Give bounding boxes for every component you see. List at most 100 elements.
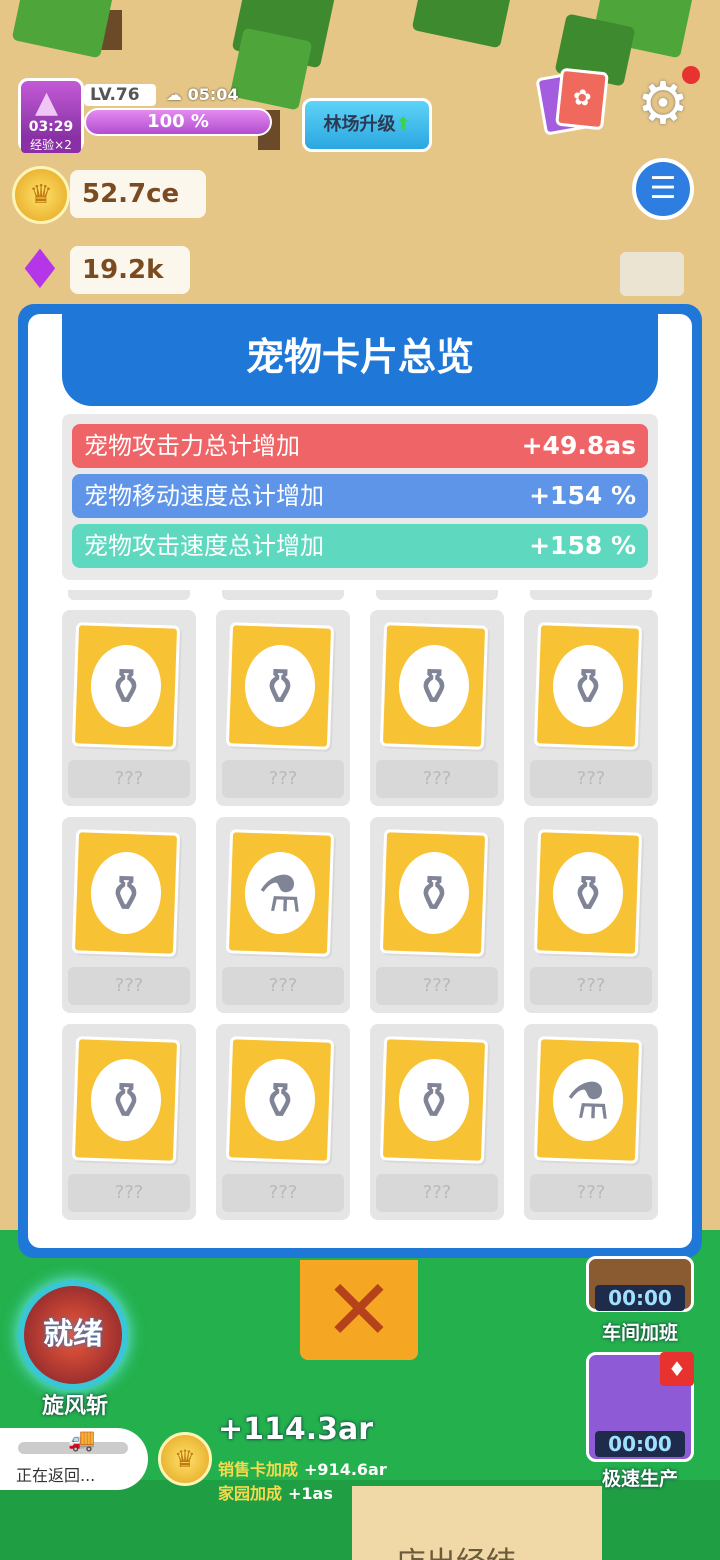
coin-counter: 52.7ce [70, 170, 206, 218]
shop-sign-text: 店出经结 [396, 1538, 516, 1560]
skill-status: 就绪 [43, 1317, 103, 1352]
pet-card[interactable]: ⚱??? [370, 1024, 504, 1220]
crown-coin-icon: ♛ [12, 166, 70, 224]
crown-coin-icon: ♛ [158, 1432, 212, 1486]
pet-card-name: ??? [222, 1174, 344, 1212]
pet-card-art: ⚗ [533, 1036, 643, 1164]
forest-upgrade-label: 林场升级 [323, 114, 396, 135]
avatar-timer: 03:29 [28, 119, 74, 135]
pet-card[interactable]: ⚗??? [216, 817, 350, 1013]
pet-card-name: ??? [376, 967, 498, 1005]
level-label: LV.76 [84, 84, 156, 106]
stat-label: 宠物攻击速度总计增加 [84, 532, 324, 560]
pet-card-art: ⚱ [379, 622, 489, 750]
potion-flask-icon: ⚱ [566, 657, 610, 717]
gem-counter: 19.2k [70, 246, 190, 294]
overtime-label: 车间加班 [601, 1322, 678, 1344]
pet-card-art: ⚱ [225, 1036, 335, 1164]
delivery-status[interactable]: 🚚 正在返回... [0, 1428, 148, 1490]
card-grid[interactable]: ⚱??? ⚱??? ⚱??? ⚱??? ⚱??? ⚗??? ⚱??? ⚱??? ⚱??? ⚱???… [62, 590, 658, 1248]
dialog-body: 宠物卡片总览 宠物攻击力总计增加 +49.8as 宠物移动速度总计增加 +154… [28, 314, 692, 1248]
stat-value: +49.8as [521, 431, 636, 460]
pet-card-name: ??? [222, 967, 344, 1005]
speed-production-timer: 00:00 [595, 1431, 685, 1457]
stat-value: +154 % [529, 481, 636, 510]
pet-card-art: ⚱ [225, 622, 335, 750]
income-total: +114.3ar [218, 1412, 374, 1447]
potion-flask-icon: ⚱ [566, 864, 610, 924]
potion-bottle-icon: ⚗ [256, 864, 304, 924]
potion-flask-icon: ⚱ [104, 657, 148, 717]
xp-progress-text: 100 % [147, 111, 209, 132]
cards-button[interactable]: ✿ [535, 67, 620, 136]
stat-label: 宠物攻击力总计增加 [84, 432, 300, 460]
delivery-status-text: 正在返回... [16, 1466, 96, 1485]
pet-card-art: ⚱ [71, 829, 181, 957]
stat-value: +158 % [529, 531, 636, 560]
card-cell-partial [530, 590, 652, 600]
pet-card-name: ??? [376, 760, 498, 798]
pet-card-art: ⚱ [71, 1036, 181, 1164]
stat-label: 宠物移动速度总计增加 [84, 482, 324, 510]
coin-amount: 52.7ce [82, 179, 180, 209]
home-bonus-label: 家园加成 [218, 1484, 283, 1503]
pet-card[interactable]: ⚱??? [216, 610, 350, 806]
potion-vial-icon: ⚗ [564, 1071, 612, 1131]
card-cell-partial [376, 590, 498, 600]
pet-card-art: ⚱ [71, 622, 181, 750]
close-button[interactable]: ✕ [300, 1260, 418, 1360]
player-avatar[interactable]: ▲ 03:29 经验×2 [18, 78, 84, 153]
pet-card[interactable]: ⚱??? [524, 610, 658, 806]
pet-card-art: ⚱ [379, 829, 489, 957]
potion-flask-icon: ⚱ [258, 657, 302, 717]
potion-jar-icon: ⚱ [412, 1071, 456, 1131]
pet-card[interactable]: ⚱??? [62, 610, 196, 806]
potion-jar-icon: ⚱ [412, 864, 456, 924]
pet-card[interactable]: ⚱??? [62, 1024, 196, 1220]
potion-flask-icon: ⚱ [258, 1071, 302, 1131]
close-icon: ✕ [323, 1261, 395, 1359]
gem-amount: 19.2k [82, 255, 164, 285]
stat-move-speed: 宠物移动速度总计增加 +154 % [72, 474, 648, 518]
weather-clock: ☁ 05:04 [166, 85, 239, 104]
up-arrow-icon: ⬆ [395, 114, 411, 135]
workshop-overtime-button[interactable]: 00:00 [586, 1256, 694, 1312]
pet-card-name: ??? [68, 967, 190, 1005]
potion-flask-icon: ⚱ [412, 657, 456, 717]
stat-attack-speed: 宠物攻击速度总计增加 +158 % [72, 524, 648, 568]
notification-dot [682, 66, 700, 84]
home-bonus-value: +1as [288, 1484, 333, 1503]
supply-crate-icon[interactable] [620, 252, 684, 296]
pet-card-name: ??? [530, 760, 652, 798]
pet-card[interactable]: ⚱??? [524, 817, 658, 1013]
tree-icon: ▲ [35, 85, 59, 120]
gem-badge-icon: ♦ [660, 1352, 694, 1386]
shop-sign: 店出经结 [352, 1486, 602, 1560]
pet-card-art: ⚗ [225, 829, 335, 957]
clock-text: 05:04 [187, 85, 239, 104]
truck-icon: 🚚 [68, 1428, 96, 1453]
pet-card-name: ??? [68, 1174, 190, 1212]
dialog-title: 宠物卡片总览 [62, 314, 658, 406]
pet-card[interactable]: ⚱??? [370, 817, 504, 1013]
gem-icon: ♦ [15, 238, 65, 301]
pet-card-art: ⚱ [533, 829, 643, 957]
pet-card-art: ⚱ [533, 622, 643, 750]
pet-card[interactable]: ⚗??? [524, 1024, 658, 1220]
potion-flask-icon: ⚱ [104, 864, 148, 924]
xp-progress-bar: 100 % [84, 108, 272, 136]
task-list-button[interactable]: ☰ [632, 158, 694, 220]
card-cell-partial [68, 590, 190, 600]
home-bonus: 家园加成 +1as [218, 1480, 333, 1504]
pet-card[interactable]: ⚱??? [370, 610, 504, 806]
exp-multiplier-badge: 经验×2 [21, 136, 81, 153]
pet-card[interactable]: ⚱??? [62, 817, 196, 1013]
list-icon: ☰ [649, 171, 677, 206]
potion-flask-icon: ⚱ [104, 1071, 148, 1131]
forest-upgrade-button[interactable]: 林场升级⬆ [302, 98, 432, 152]
stats-summary: 宠物攻击力总计增加 +49.8as 宠物移动速度总计增加 +154 % 宠物攻击… [62, 414, 658, 580]
whirlwind-skill-button[interactable]: 就绪 [18, 1280, 128, 1390]
pet-card[interactable]: ⚱??? [216, 1024, 350, 1220]
sales-card-bonus-value: +914.6ar [304, 1460, 387, 1479]
pet-card-name: ??? [376, 1174, 498, 1212]
